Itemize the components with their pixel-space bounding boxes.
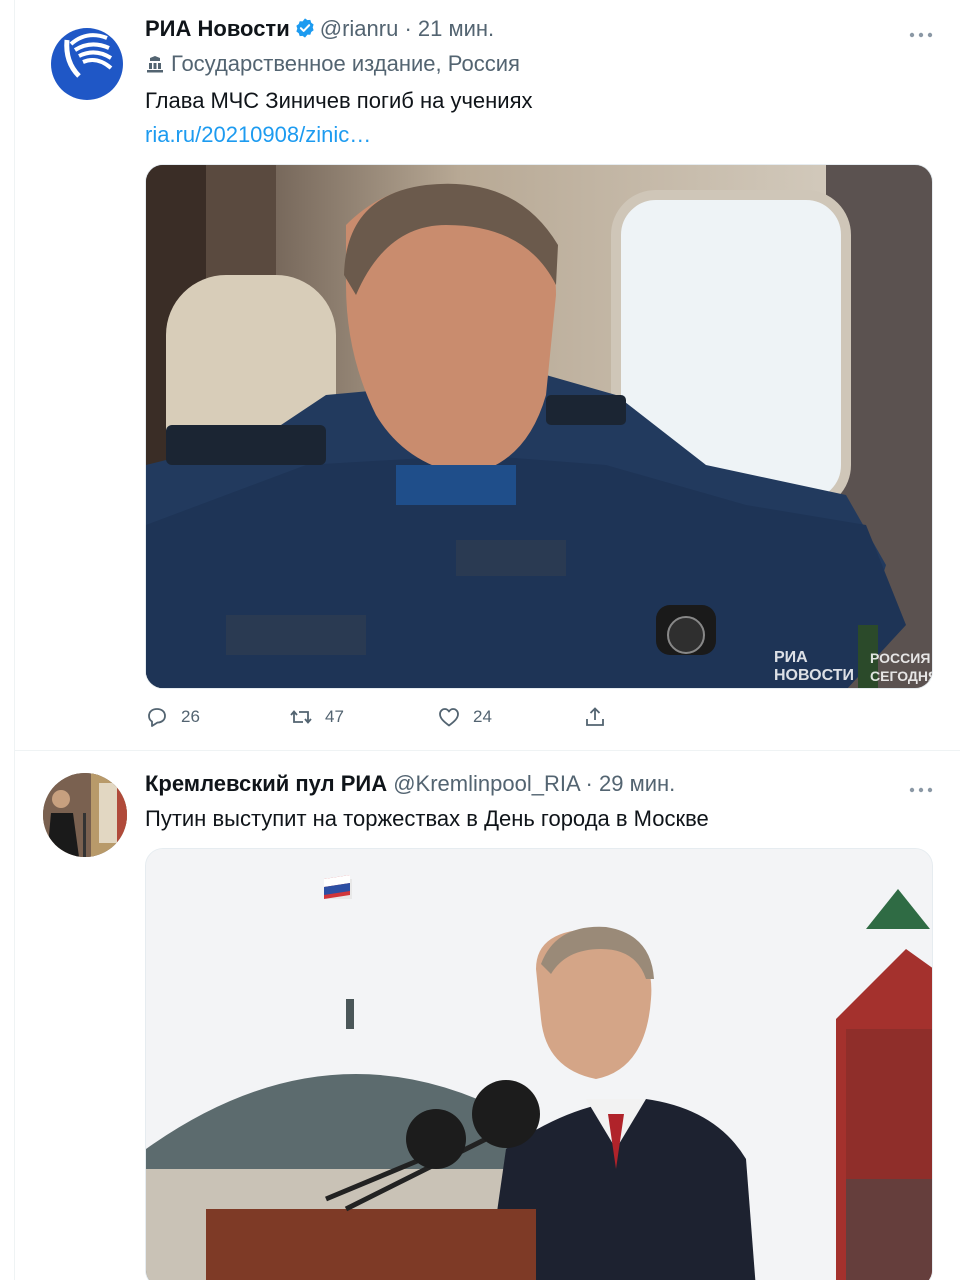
- photo-official-in-helicopter: [146, 165, 932, 688]
- reply-button[interactable]: 26: [145, 700, 200, 734]
- ria-logo-icon: [45, 18, 129, 102]
- tweet-header: Кремлевский пул РИА @Kremlinpool_RIA · 2…: [145, 769, 675, 799]
- like-count: 24: [473, 707, 492, 726]
- photo-watermark: РИА НОВОСТИ: [774, 649, 855, 684]
- heart-icon: [439, 708, 459, 727]
- retweet-icon: [290, 710, 312, 724]
- account-label-text: Государственное издание, Россия: [171, 51, 520, 76]
- retweet-count: 47: [325, 707, 344, 726]
- tweet-text: Глава МЧС Зиничев погиб на учениях: [145, 88, 533, 113]
- tweet-photo[interactable]: [145, 848, 933, 1280]
- verified-badge-icon: [294, 17, 316, 39]
- avatar-photo: [43, 773, 127, 857]
- like-button[interactable]: 24: [437, 700, 492, 734]
- government-building-icon: [147, 56, 163, 73]
- separator-dot: ·: [579, 771, 599, 796]
- tweet-text: Путин выступит на торжествах в День горо…: [145, 806, 709, 831]
- tweet-header: РИА Новости @rianru · 21 мин.: [145, 14, 494, 44]
- more-dots-icon[interactable]: [909, 26, 933, 38]
- author-handle[interactable]: @Kremlinpool_RIA: [393, 771, 579, 796]
- more-dots-icon[interactable]: [909, 781, 933, 793]
- avatar[interactable]: [45, 18, 129, 102]
- avatar[interactable]: [43, 773, 127, 857]
- tweet[interactable]: РИА Новости @rianru · 21 мин. Государстве…: [15, 0, 960, 751]
- photo-watermark-2: РОССИЯ СЕГОДНЯ: [870, 650, 933, 684]
- author-name[interactable]: РИА Новости: [145, 16, 290, 41]
- timeline: РИА Новости @rianru · 21 мин. Государстве…: [14, 0, 960, 1280]
- tweet-link[interactable]: ria.ru/20210908/zinic…: [145, 120, 371, 150]
- author-name[interactable]: Кремлевский пул РИА: [145, 771, 387, 796]
- share-icon: [586, 707, 604, 726]
- retweet-button[interactable]: 47: [289, 700, 344, 734]
- tweet[interactable]: Кремлевский пул РИА @Kremlinpool_RIA · 2…: [15, 752, 960, 1280]
- reply-count: 26: [181, 707, 200, 726]
- reply-icon: [148, 708, 166, 727]
- tweet-time[interactable]: 21 мин.: [418, 16, 494, 41]
- share-button[interactable]: [583, 700, 607, 734]
- tweet-photo[interactable]: РИА НОВОСТИ РОССИЯ СЕГОДНЯ: [145, 164, 933, 689]
- photo-speaker-at-podium: [146, 849, 932, 1280]
- account-label[interactable]: Государственное издание, Россия: [145, 49, 520, 79]
- separator-dot: ·: [398, 16, 418, 41]
- author-handle[interactable]: @rianru: [320, 16, 399, 41]
- tweet-time[interactable]: 29 мин.: [599, 771, 675, 796]
- tweet-actions: 26 47 24: [145, 700, 765, 734]
